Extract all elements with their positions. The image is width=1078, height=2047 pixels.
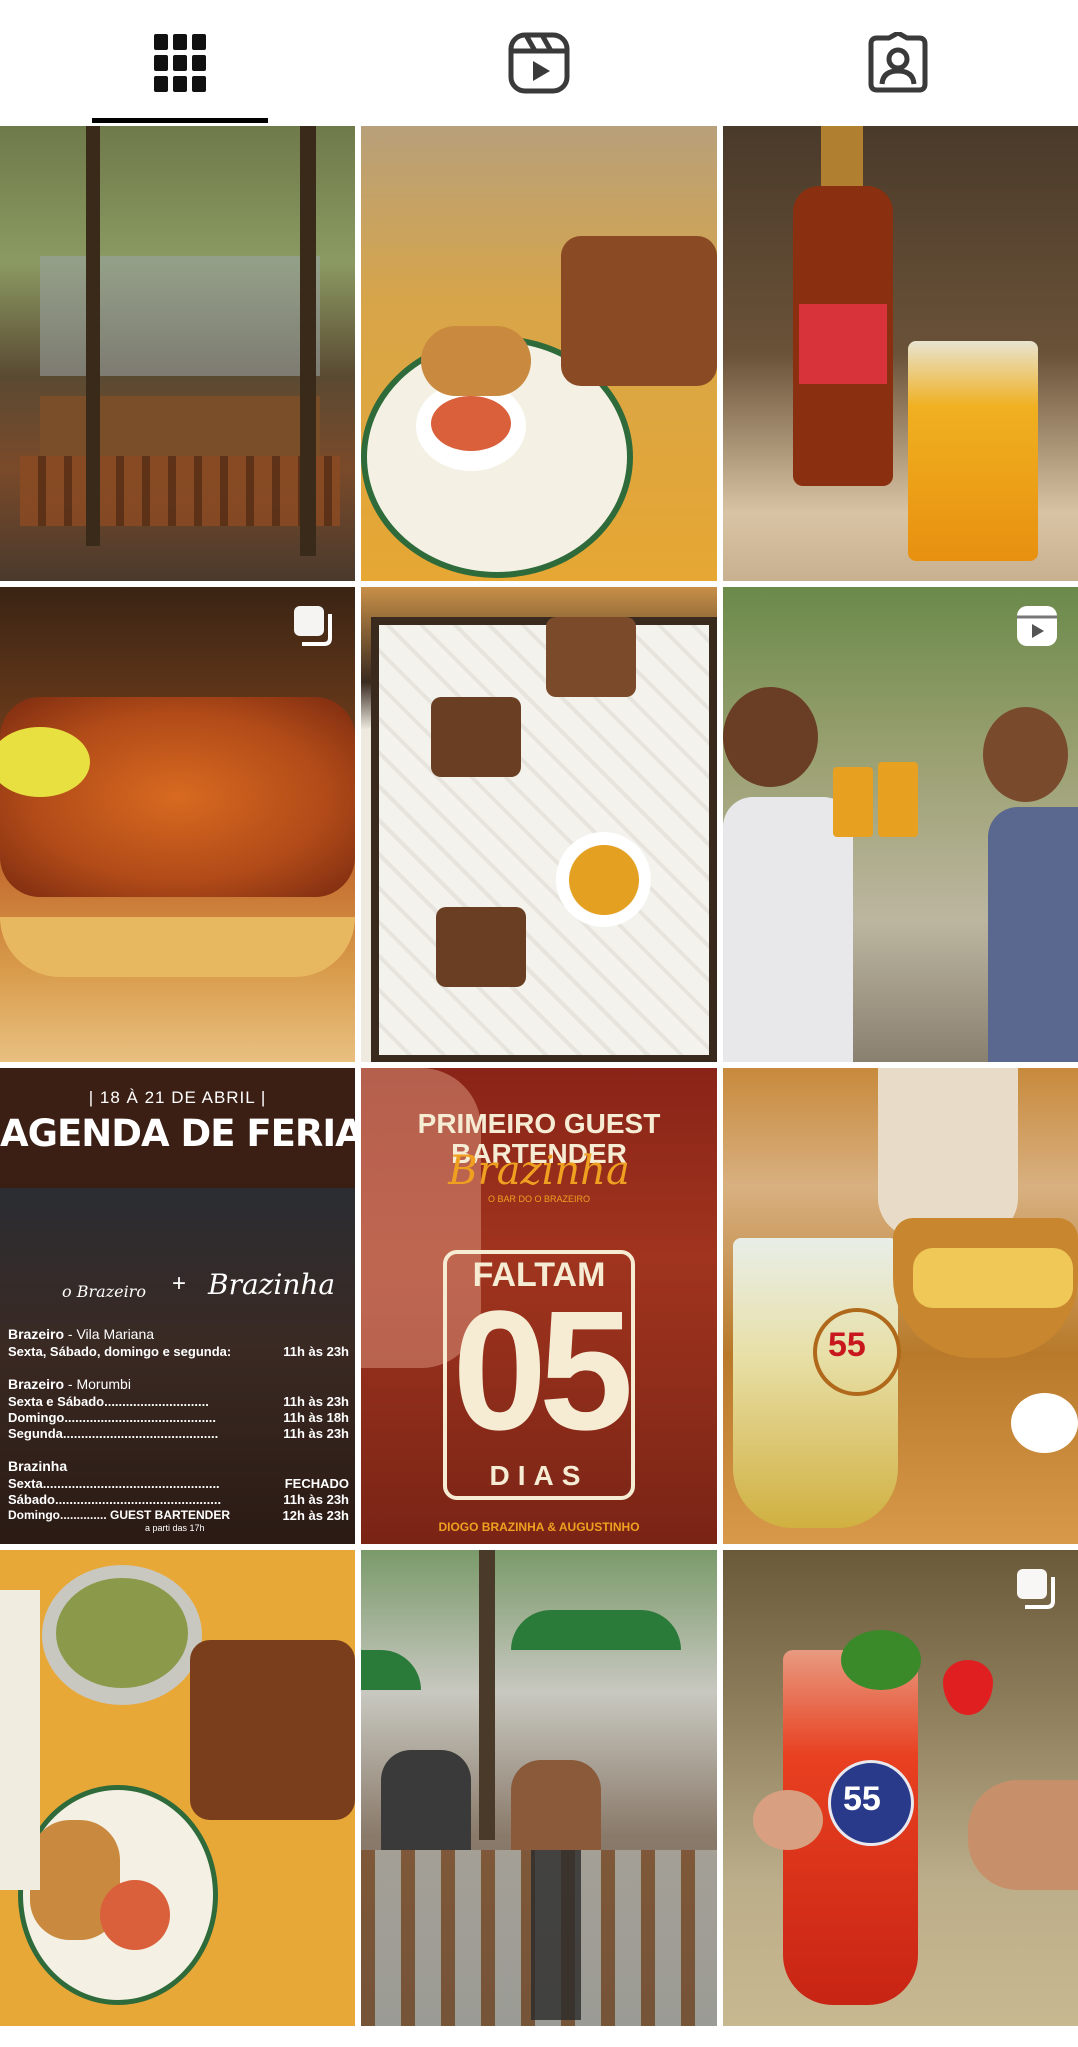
- post7-time: FECHADO: [284, 1476, 349, 1491]
- post7-line: Segunda.................................…: [8, 1426, 219, 1441]
- post8-names: DIOGO BRAZINHA & AUGUSTINHO: [438, 1520, 640, 1534]
- active-tab-indicator: [92, 118, 268, 123]
- guest-bartender-countdown-graphic: PRIMEIRO GUEST BARTENDER Brazinha O BAR …: [361, 1068, 717, 1544]
- post7-time: 11h às 23h: [283, 1344, 349, 1359]
- food-table-photo: [361, 126, 717, 581]
- post-tile-9[interactable]: 55: [723, 1068, 1078, 1544]
- post9-glass-label: 55: [828, 1326, 866, 1364]
- post8-number: 05: [452, 1276, 633, 1466]
- fried-shrimp-photo: [0, 587, 355, 1062]
- post8-line1: PRIMEIRO GUEST: [417, 1108, 661, 1139]
- post7-line: Sexta e Sábado..........................…: [8, 1394, 209, 1409]
- caipirinha-snacks-photo: 55: [723, 1068, 1078, 1544]
- post7-line: Sexta, Sábado, domingo e segunda:: [8, 1344, 232, 1359]
- tab-reels[interactable]: [359, 0, 718, 126]
- post7-time: 11h às 18h: [283, 1410, 349, 1425]
- post7-footnote: a parti das 17h: [145, 1523, 205, 1533]
- post7-line: Sábado..................................…: [8, 1492, 222, 1507]
- post7-plus: +: [172, 1270, 187, 1297]
- grid-icon: [153, 34, 206, 92]
- reel-icon: [1017, 606, 1057, 646]
- post-tile-8[interactable]: PRIMEIRO GUEST BARTENDER Brazinha O BAR …: [361, 1068, 717, 1544]
- post-tile-7[interactable]: | 18 À 21 DE ABRIL | AGENDA DE FERIADO o…: [0, 1068, 355, 1544]
- post7-logo-left: o Brazeiro: [62, 1282, 146, 1301]
- post7-headline: AGENDA DE FERIADO: [0, 1112, 355, 1155]
- post7-line: Domingo.................................…: [8, 1410, 217, 1425]
- post7-logo-right: Brazinha: [208, 1268, 336, 1301]
- post8-dias: DIAS: [489, 1460, 589, 1491]
- post-tile-5[interactable]: [361, 587, 717, 1062]
- street-terrace-photo: [361, 1550, 717, 2026]
- post7-date-range: | 18 À 21 DE ABRIL |: [88, 1088, 267, 1107]
- bartenders-toast-photo: [723, 587, 1078, 1062]
- holiday-schedule-graphic: | 18 À 21 DE ABRIL | AGENDA DE FERIADO o…: [0, 1068, 355, 1544]
- post-tile-1[interactable]: [0, 126, 355, 581]
- post-tile-3[interactable]: [723, 126, 1078, 581]
- post7-section2-title: Brazeiro - Morumbi: [8, 1376, 131, 1392]
- carousel-icon: [294, 606, 332, 646]
- post7-time: 12h às 23h: [282, 1508, 350, 1523]
- post8-small: O BAR DO O BRAZEIRO: [487, 1194, 590, 1204]
- post-tile-2[interactable]: [361, 126, 717, 581]
- outdoor-terrace-photo: [0, 126, 355, 581]
- strawberry-drink-photo: 55: [723, 1550, 1078, 2026]
- post-tile-4[interactable]: [0, 587, 355, 1062]
- post-tile-10[interactable]: [0, 1550, 355, 2026]
- carousel-icon: [1017, 1569, 1055, 1609]
- post7-time: 11h às 23h: [283, 1492, 349, 1507]
- appetizer-board-photo: [361, 587, 717, 1062]
- post7-line: Sexta...................................…: [8, 1476, 220, 1491]
- tab-posts[interactable]: [0, 0, 359, 126]
- tagged-user-icon: [868, 32, 927, 93]
- drink-bottle-photo: [723, 126, 1078, 581]
- post7-section1-title: Brazeiro - Vila Mariana: [8, 1326, 155, 1342]
- post-tile-6[interactable]: [723, 587, 1078, 1062]
- post12-glass-label: 55: [843, 1780, 881, 1818]
- post8-script: Brazinha: [448, 1148, 630, 1194]
- post7-time: 11h às 23h: [283, 1394, 349, 1409]
- post-tile-11[interactable]: [361, 1550, 717, 2026]
- tab-tagged[interactable]: [718, 0, 1077, 126]
- post-tile-12[interactable]: 55: [723, 1550, 1078, 2026]
- post7-section3-title: Brazinha: [8, 1458, 68, 1474]
- food-spread-photo: [0, 1550, 355, 2026]
- post7-line: Domingo.............. GUEST BARTENDER: [8, 1508, 231, 1522]
- reels-icon: [508, 32, 569, 94]
- profile-tabs: [0, 0, 1078, 126]
- post7-time: 11h às 23h: [283, 1426, 349, 1441]
